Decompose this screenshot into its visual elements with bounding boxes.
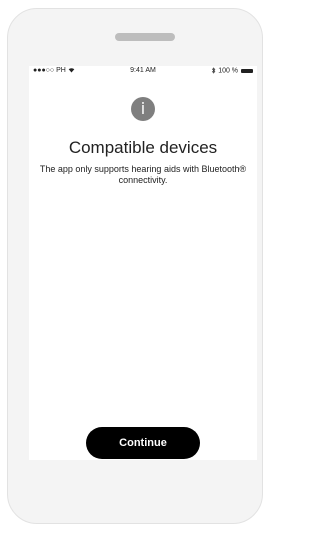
battery-percent: 100 % bbox=[218, 67, 239, 75]
battery-icon bbox=[241, 68, 253, 73]
status-bar: ●●●○○ PH 9:41 AM 100 % bbox=[29, 66, 257, 76]
continue-button[interactable]: Continue bbox=[86, 427, 200, 459]
info-icon: i bbox=[131, 97, 155, 121]
phone-speaker bbox=[115, 33, 175, 41]
page-description: The app only supports hearing aids with … bbox=[39, 164, 247, 185]
page-title: Compatible devices bbox=[68, 138, 218, 157]
app-screen: ●●●○○ PH 9:41 AM 100 % i Compatible devi… bbox=[29, 66, 257, 460]
